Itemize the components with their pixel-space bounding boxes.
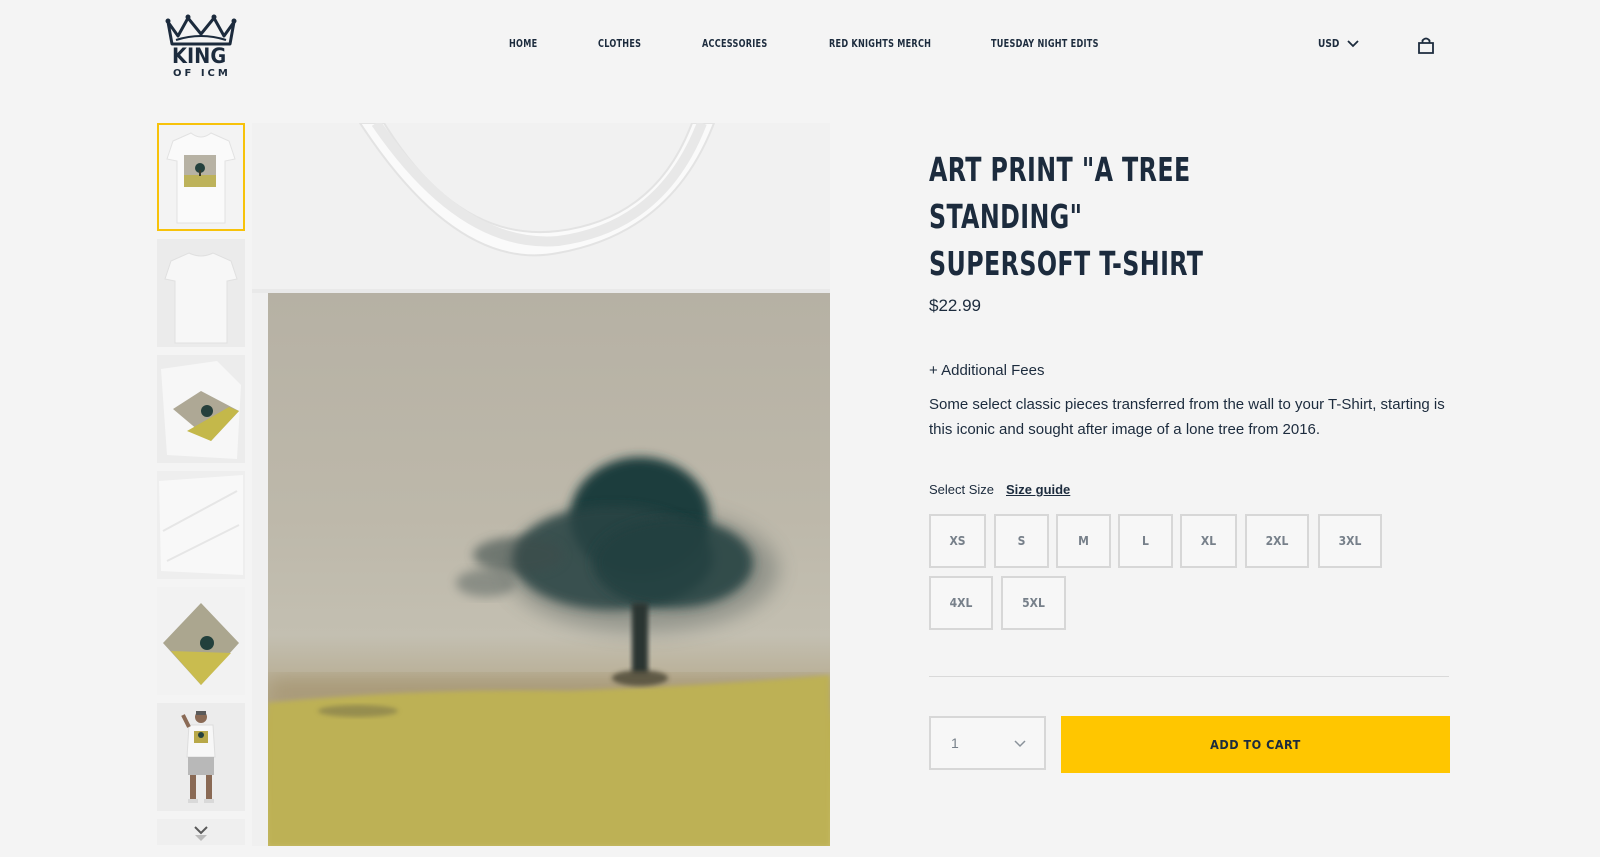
nav-item-accessories[interactable]: ACCESSORIES <box>702 38 767 50</box>
thumbnail-folded-print[interactable] <box>157 355 245 463</box>
logo-text-of-icm: OF ICM <box>173 68 231 79</box>
art-print-image <box>268 293 830 846</box>
add-to-cart-button[interactable]: ADD TO CART <box>1061 716 1450 773</box>
lone-tree-image <box>268 457 830 846</box>
site-logo[interactable]: KING OF ICM <box>164 12 238 80</box>
tshirt-front-image <box>159 125 243 229</box>
size-option-l[interactable]: L <box>1118 514 1173 568</box>
product-price: $22.99 <box>929 296 981 315</box>
size-option-2xl[interactable]: 2XL <box>1245 514 1309 568</box>
more-thumbnail-image <box>157 819 245 845</box>
divider <box>929 676 1449 677</box>
thumbnail-back[interactable] <box>157 239 245 347</box>
main-product-image[interactable] <box>252 123 830 846</box>
nav-item-home[interactable]: HOME <box>509 38 537 50</box>
thumbnail-more[interactable] <box>157 819 245 845</box>
size-option-5xl[interactable]: 5XL <box>1001 576 1066 630</box>
chevron-down-icon <box>1014 740 1026 748</box>
folded-shirt-image <box>157 355 245 463</box>
print-diamond-image <box>157 587 245 695</box>
size-option-xl[interactable]: XL <box>1180 514 1237 568</box>
thumbnail-front[interactable] <box>157 123 245 231</box>
size-option-4xl[interactable]: 4XL <box>929 576 993 630</box>
logo-text-king: KING <box>172 44 227 68</box>
select-size-label: Select Size <box>929 482 995 497</box>
crown-icon <box>165 14 237 46</box>
model-wearing-image <box>157 703 245 811</box>
shopping-bag-icon[interactable] <box>1417 36 1435 54</box>
product-title-line2: SUPERSOFT T-SHIRT <box>929 244 1204 283</box>
product-description: Some select classic pieces transferred f… <box>929 396 1445 438</box>
additional-fees: + Additional Fees <box>929 362 1045 379</box>
thumbnail-folded-back[interactable] <box>157 471 245 579</box>
size-option-s[interactable]: S <box>994 514 1049 568</box>
nav-item-red-knights-merch[interactable]: RED KNIGHTS MERCH <box>829 38 931 50</box>
currency-selector[interactable]: USD <box>1318 38 1339 50</box>
thumbnail-print-diamond[interactable] <box>157 587 245 695</box>
thumbnail-model[interactable] <box>157 703 245 811</box>
nav-item-tuesday-night-edits[interactable]: TUESDAY NIGHT EDITS <box>991 38 1099 50</box>
size-option-xs[interactable]: XS <box>929 514 986 568</box>
product-title: ART PRINT "A TREE STANDING" SUPERSOFT T-… <box>929 146 1329 287</box>
folded-back-image <box>157 471 245 579</box>
size-option-m[interactable]: M <box>1056 514 1111 568</box>
tshirt-collar-image <box>252 123 830 293</box>
chevron-down-icon[interactable] <box>1347 40 1359 48</box>
product-title-line1: ART PRINT "A TREE STANDING" <box>929 150 1191 236</box>
size-guide-link[interactable]: Size guide <box>1006 482 1070 497</box>
tshirt-back-image <box>157 239 245 347</box>
size-option-3xl[interactable]: 3XL <box>1318 514 1382 568</box>
nav-item-clothes[interactable]: CLOTHES <box>598 38 641 50</box>
quantity-value: 1 <box>951 735 959 751</box>
quantity-select[interactable]: 1 <box>929 716 1046 770</box>
